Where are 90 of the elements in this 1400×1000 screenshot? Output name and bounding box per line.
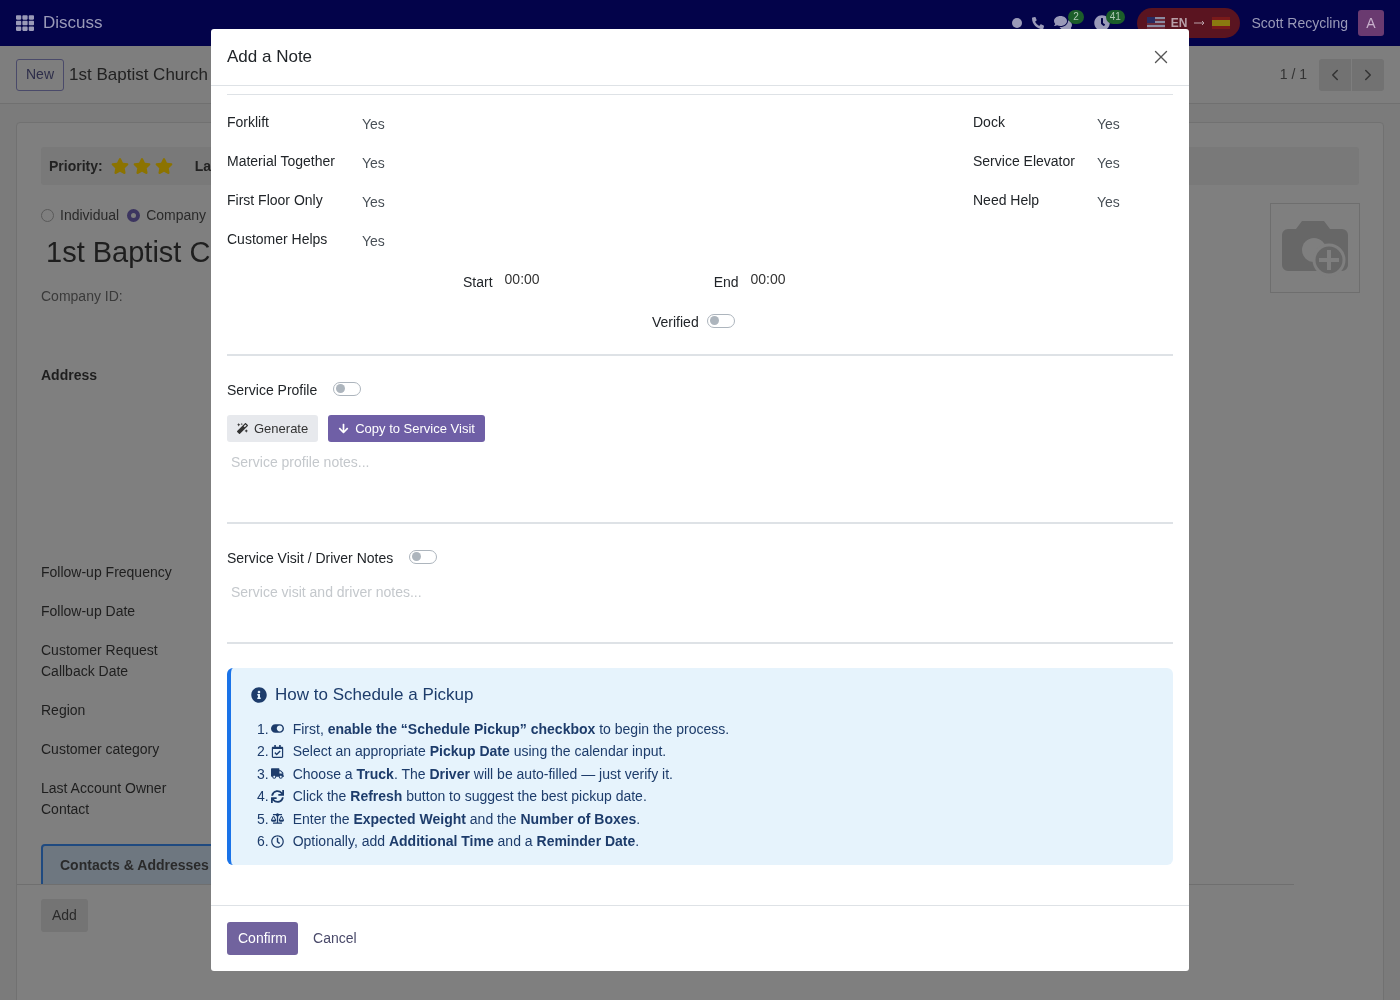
toggle-switch[interactable] [706, 313, 735, 328]
toggle-switch[interactable] [409, 549, 438, 564]
clock-icon [270, 834, 284, 848]
radio-label[interactable]: Individual [60, 205, 120, 226]
step-text: Choose a Truck. The Driver will be auto-filled — just verify it. [292, 764, 673, 783]
app-name[interactable]: Discuss [43, 10, 103, 36]
step-number: 6. [257, 832, 269, 851]
priority-label: Priority: [49, 156, 103, 176]
chat-icon[interactable] [1054, 14, 1073, 32]
flag-icon [1211, 17, 1230, 29]
field-value: Yes [362, 232, 385, 251]
info-icon [251, 686, 267, 703]
step-number: 4. [257, 787, 269, 806]
field-label: La [194, 156, 212, 176]
magic-wand-icon [237, 423, 248, 434]
radio-button[interactable] [127, 209, 141, 222]
generate-button[interactable]: Generate [227, 415, 319, 442]
field-label: Customer Request Callback Date [41, 641, 159, 681]
radio-label[interactable]: Company [146, 205, 207, 226]
language-code: EN [1170, 15, 1188, 32]
step-text: Click the Refresh button to suggest the best pickup date. [292, 787, 647, 806]
next-button[interactable] [1352, 58, 1384, 91]
time-value: 00:00 [504, 270, 540, 289]
calendar-check-icon [270, 744, 284, 758]
star-icon[interactable] [154, 157, 173, 175]
field-label: Need Help [973, 191, 1041, 210]
field-label: Company ID: [41, 287, 123, 306]
flag-icon [1146, 17, 1165, 29]
driver-notes-field[interactable]: Service visit and driver notes... [227, 582, 1173, 642]
field-label: Verified [652, 313, 699, 332]
add-button[interactable]: Add [41, 899, 88, 932]
breadcrumb: 1st Baptist Church [69, 63, 208, 86]
step-number: 1. [257, 719, 269, 738]
phone-icon[interactable] [1032, 17, 1045, 29]
field-value: Yes [362, 154, 385, 173]
field-value: Yes [362, 115, 385, 134]
cancel-button[interactable]: Cancel [304, 922, 366, 955]
balance-scale-icon [270, 812, 284, 826]
field-label: Region [41, 701, 87, 720]
section-label: Service Visit / Driver Notes [227, 549, 394, 568]
toggle-switch[interactable] [333, 381, 362, 396]
section-label: Service Profile [227, 381, 318, 400]
field-value: Yes [1097, 193, 1120, 212]
star-icon[interactable] [110, 157, 129, 175]
field-label: Customer category [41, 740, 161, 759]
apps-menu-icon[interactable] [16, 14, 34, 32]
star-icon[interactable] [132, 157, 151, 175]
field-value: Yes [362, 193, 385, 212]
field-label: Address [41, 366, 98, 385]
step-text: Enter the Expected Weight and the Number of Boxes. [292, 809, 641, 828]
field-label: Follow-up Date [41, 602, 137, 621]
previous-button[interactable] [1319, 58, 1351, 91]
field-label: Forklift [227, 113, 270, 132]
field-label: End [713, 273, 739, 292]
step-text: Optionally, add Additional Time and a Reminder Date. [292, 832, 640, 851]
time-value: 00:00 [750, 270, 786, 289]
refresh-icon [270, 789, 284, 803]
toggle-icon [270, 722, 284, 736]
service-profile-notes-field[interactable]: Service profile notes... [227, 452, 1173, 522]
arrow-down-icon [338, 423, 350, 434]
company-name-title: 1st Baptist C [46, 235, 211, 270]
priority-stars[interactable] [110, 157, 173, 175]
field-label: Customer Helps [227, 230, 329, 249]
new-button[interactable]: New [16, 58, 64, 91]
activity-count: 41 [1105, 10, 1125, 24]
step-number: 2. [257, 742, 269, 761]
step-text: First, enable the “Schedule Pickup” checkbox to begin the process. [292, 719, 730, 738]
truck-icon [270, 767, 284, 781]
field-label: Start [463, 273, 493, 292]
step-number: 3. [257, 764, 269, 783]
field-label: Follow-up Frequency [41, 563, 173, 582]
field-label: Last Account Owner Contact [41, 779, 168, 819]
copy-button[interactable]: Copy to Service Visit [328, 415, 485, 442]
step-text: Select an appropriate Pickup Date using the calendar input. [292, 742, 667, 761]
user-avatar[interactable]: A [1358, 10, 1384, 36]
field-label: Service Elevator [973, 152, 1076, 171]
chat-count: 2 [1068, 10, 1084, 24]
field-label: First Floor Only [227, 191, 324, 210]
help-title: How to Schedule a Pickup [275, 684, 474, 706]
field-value: Yes [1097, 115, 1120, 134]
field-label: Material Together [227, 152, 336, 171]
field-label: Dock [973, 113, 1006, 132]
company-name[interactable]: Scott Recycling [1251, 12, 1348, 34]
pager-value[interactable]: 1 / 1 [1279, 64, 1307, 85]
field-value: Yes [1097, 154, 1120, 173]
step-number: 5. [257, 809, 269, 828]
dialog-title: Add a Note [227, 46, 313, 69]
photo-placeholder[interactable] [1270, 203, 1360, 293]
arrow-icon [1193, 20, 1206, 26]
confirm-button[interactable]: Confirm [227, 922, 298, 955]
